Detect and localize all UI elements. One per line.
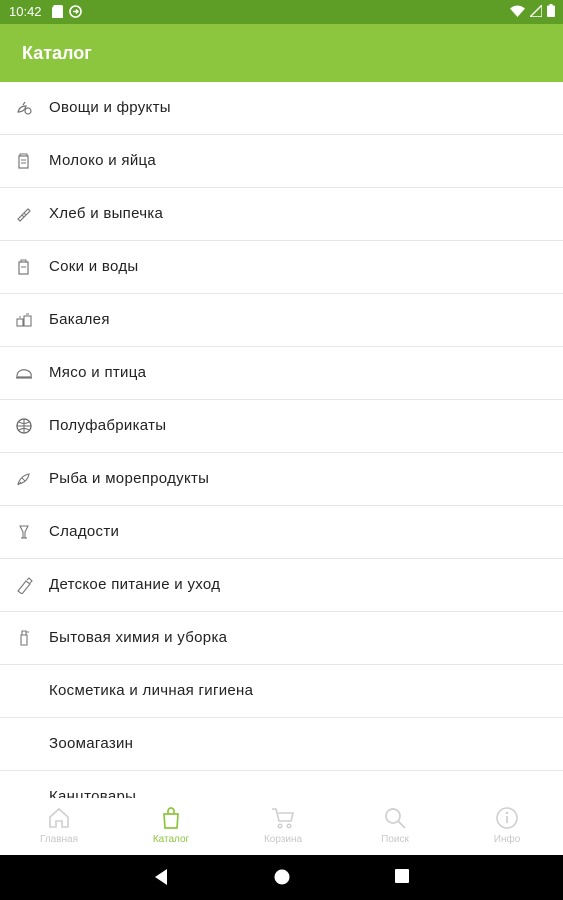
category-item-semi-finished[interactable]: Полуфабрикаты [0, 400, 563, 453]
household-icon [20, 630, 29, 646]
category-item-sweets[interactable]: Сладости [0, 506, 563, 559]
category-item-meat[interactable]: Мясо и птица [0, 347, 563, 400]
baby-food-icon [17, 577, 33, 594]
back-icon[interactable] [153, 868, 169, 886]
nav-label: Каталог [152, 834, 190, 845]
category-label: Полуфабрикаты [49, 417, 167, 434]
category-label: Бакалея [49, 311, 110, 328]
signal-icon [530, 4, 542, 17]
category-item-milk[interactable]: Молоко и яйца [0, 135, 563, 188]
nav-cart[interactable]: Корзина [227, 798, 339, 854]
juice-icon [18, 259, 29, 275]
cart-icon [272, 808, 295, 829]
wifi-icon [510, 5, 525, 17]
category-item-pet-store[interactable]: Зоомагазин [0, 718, 563, 771]
info-icon [496, 807, 518, 829]
sync-icon [69, 5, 82, 18]
recents-icon[interactable] [394, 868, 410, 884]
category-item-bread[interactable]: Хлеб и выпечка [0, 188, 563, 241]
system-nav-bar [0, 855, 563, 900]
nav-label: Главная [39, 834, 79, 845]
nav-catalog[interactable]: Каталог [115, 798, 227, 854]
meat-icon [16, 369, 32, 379]
category-label: Мясо и птица [49, 364, 147, 381]
category-item-cosmetics[interactable]: Косметика и личная гигиена [0, 665, 563, 718]
category-item-juice[interactable]: Соки и воды [0, 241, 563, 294]
semi-finished-icon [16, 418, 32, 434]
vegetables-icon [17, 101, 32, 115]
category-item-baby-food[interactable]: Детское питание и уход [0, 559, 563, 612]
fish-icon [17, 473, 30, 486]
bread-icon [17, 208, 31, 222]
sd-card-icon [52, 5, 63, 18]
category-label: Сладости [49, 523, 120, 540]
category-label: Бытовая химия и уборка [49, 629, 228, 646]
category-list[interactable]: Овощи и фрукты Молоко и яйца Хлеб и выпе… [0, 82, 563, 798]
bottom-nav: Главная Каталог Корзина Поиск Инфо [0, 798, 563, 854]
status-bar: 10:42 [0, 0, 563, 24]
category-label: Молоко и яйца [49, 152, 157, 169]
battery-icon [547, 4, 555, 17]
category-label: Детское питание и уход [49, 576, 221, 593]
app-bar: Каталог [0, 24, 563, 82]
status-time: 10:42 [9, 4, 42, 19]
category-item-vegetables[interactable]: Овощи и фрукты [0, 82, 563, 135]
nav-home[interactable]: Главная [3, 798, 115, 854]
category-label: Косметика и личная гигиена [49, 682, 254, 699]
category-item-household[interactable]: Бытовая химия и уборка [0, 612, 563, 665]
grocery-icon [16, 313, 32, 327]
search-icon [385, 808, 406, 829]
category-label: Рыба и морепродукты [49, 470, 210, 487]
shopping-bag-icon [163, 807, 179, 829]
nav-label: Поиск [381, 834, 409, 845]
category-label: Овощи и фрукты [49, 99, 171, 116]
nav-label: Инфо [493, 834, 521, 845]
category-item-stationery[interactable]: Канцтовары [0, 771, 563, 798]
category-label: Зоомагазин [49, 735, 134, 752]
category-item-fish[interactable]: Рыба и морепродукты [0, 453, 563, 506]
page-title: Каталог [22, 43, 92, 63]
nav-search[interactable]: Поиск [339, 798, 451, 854]
category-label: Хлеб и выпечка [49, 205, 164, 222]
category-label: Канцтовары [49, 788, 137, 798]
nav-label: Корзина [263, 834, 303, 845]
milk-icon [18, 153, 29, 169]
category-label: Соки и воды [49, 258, 139, 275]
nav-info[interactable]: Инфо [451, 798, 563, 854]
sweets-icon [19, 525, 29, 539]
home-button-icon[interactable] [273, 868, 291, 886]
category-item-grocery[interactable]: Бакалея [0, 294, 563, 347]
home-icon [49, 807, 69, 828]
